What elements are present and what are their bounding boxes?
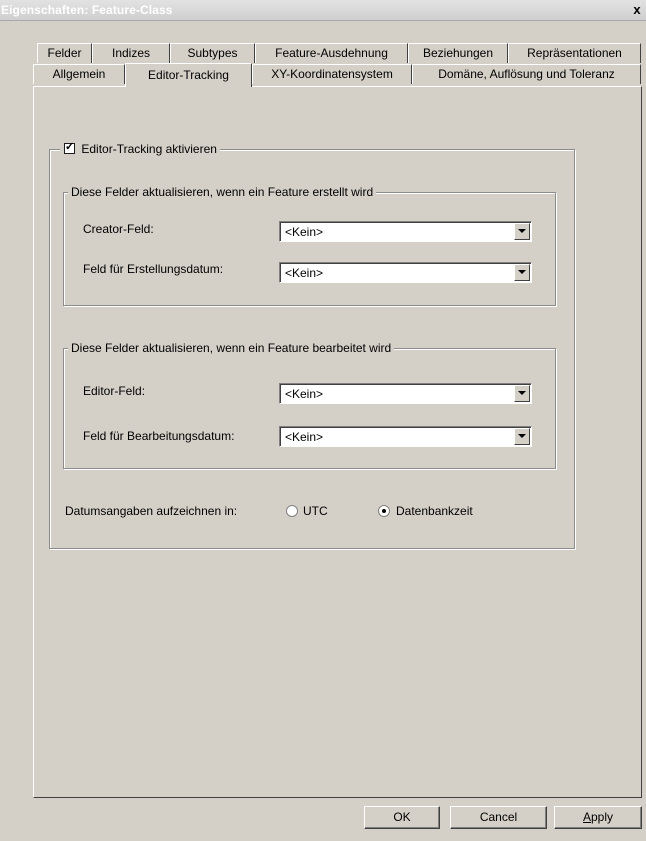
edit-fields-legend: Diese Felder aktualisieren, wenn ein Fea… (68, 341, 395, 355)
apply-label: pply (591, 810, 614, 824)
editor-tracking-label: Editor-Tracking aktivieren (81, 142, 217, 156)
tab-beziehungen[interactable]: Beziehungen (408, 43, 508, 63)
editor-tracking-checkbox[interactable]: ✓ (64, 141, 75, 154)
chevron-down-icon[interactable] (514, 385, 530, 402)
check-icon: ✓ (65, 141, 75, 153)
editor-field-value: <Kein> (285, 387, 324, 401)
tab-indizes[interactable]: Indizes (92, 43, 170, 63)
editor-field-select[interactable]: <Kein> (279, 383, 532, 404)
radio-datenbankzeit[interactable] (378, 505, 390, 517)
tab-repraesentationen[interactable]: Repräsentationen (508, 43, 641, 63)
radio-selected-dot (382, 509, 386, 513)
ok-button[interactable]: OK (364, 806, 440, 829)
close-icon[interactable]: x (630, 3, 644, 17)
create-fields-legend: Diese Felder aktualisieren, wenn ein Fea… (68, 185, 377, 199)
chevron-down-icon[interactable] (514, 428, 530, 445)
date-record-label: Datumsangaben aufzeichnen in: (65, 504, 238, 518)
apply-mnemonic: A (582, 810, 591, 824)
edit-fields-group (63, 348, 556, 469)
tab-panel-editor-tracking: ✓ Editor-Tracking aktivieren Diese Felde… (33, 86, 642, 798)
tab-feature-ausdehnung[interactable]: Feature-Ausdehnung (255, 43, 408, 63)
apply-button[interactable]: Apply (554, 806, 642, 829)
edit-date-field-value: <Kein> (285, 430, 324, 444)
cancel-button[interactable]: Cancel (450, 806, 547, 829)
chevron-down-icon[interactable] (514, 223, 530, 240)
radio-datenbankzeit-label: Datenbankzeit (396, 504, 473, 518)
tab-xy-koordinatensystem[interactable]: XY-Koordinatensystem (252, 64, 412, 84)
edit-date-field-label: Feld für Bearbeitungsdatum: (83, 429, 235, 443)
tab-subtypes[interactable]: Subtypes (170, 43, 255, 63)
window-title: Eigenschaften: Feature-Class (1, 3, 173, 17)
title-bar: Eigenschaften: Feature-Class x (0, 0, 646, 21)
chevron-down-icon[interactable] (514, 264, 530, 281)
radio-utc-label: UTC (303, 504, 328, 518)
editor-tracking-legend: ✓ Editor-Tracking aktivieren (60, 141, 220, 156)
create-fields-group (63, 192, 556, 306)
tab-editor-tracking[interactable]: Editor-Tracking (125, 63, 252, 87)
tab-domaene-aufloesung-toleranz[interactable]: Domäne, Auflösung und Toleranz (412, 64, 641, 84)
tab-felder[interactable]: Felder (37, 43, 92, 63)
create-date-field-select[interactable]: <Kein> (279, 262, 532, 283)
create-date-field-label: Feld für Erstellungsdatum: (83, 262, 224, 276)
creator-field-label: Creator-Feld: (83, 222, 154, 236)
edit-date-field-select[interactable]: <Kein> (279, 426, 532, 447)
creator-field-select[interactable]: <Kein> (279, 221, 532, 242)
tab-allgemein[interactable]: Allgemein (33, 64, 125, 84)
create-date-field-value: <Kein> (285, 266, 324, 280)
creator-field-value: <Kein> (285, 225, 324, 239)
editor-field-label: Editor-Feld: (83, 384, 146, 398)
radio-utc[interactable] (286, 505, 298, 517)
